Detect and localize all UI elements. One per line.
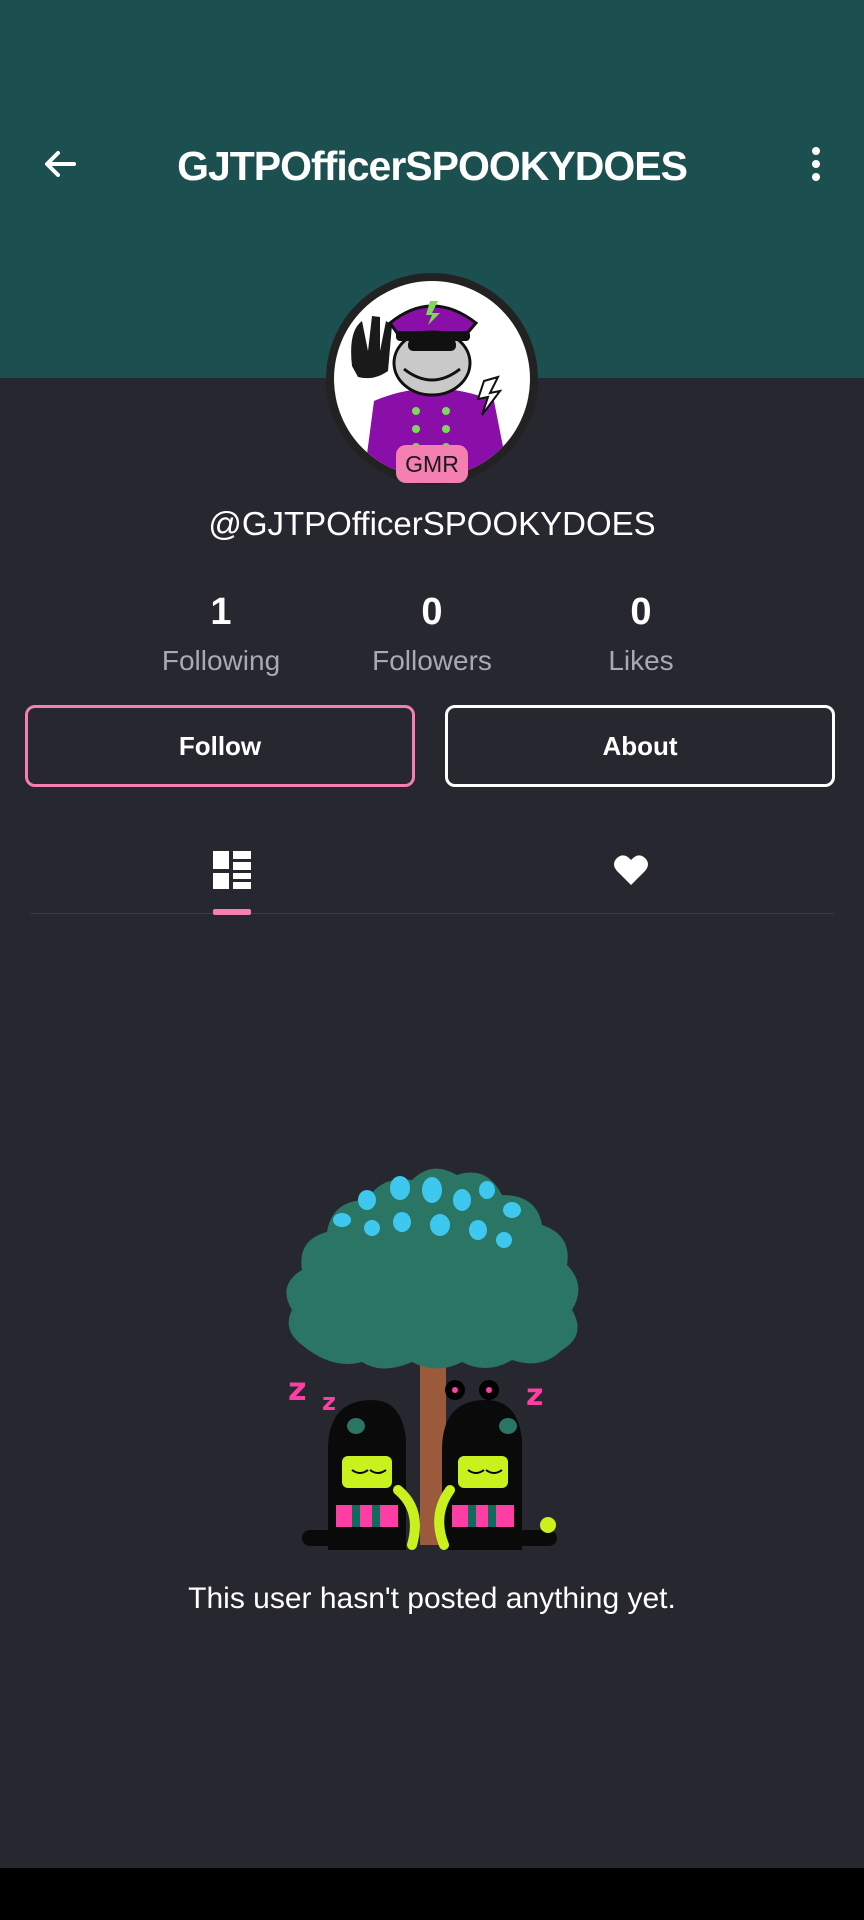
- empty-state-message: This user hasn't posted anything yet.: [188, 1582, 676, 1615]
- system-navigation-bar: [0, 1868, 864, 1920]
- svg-text:z: z: [288, 1370, 307, 1408]
- likes-count: 0: [630, 591, 652, 633]
- heart-icon: [614, 855, 648, 885]
- gmr-badge: GMR: [396, 445, 468, 483]
- follow-button[interactable]: Follow: [25, 705, 415, 787]
- more-vertical-icon: [812, 147, 820, 181]
- tab-likes[interactable]: [571, 830, 691, 910]
- svg-text:z: z: [526, 1378, 543, 1413]
- likes-label: Likes: [608, 645, 674, 676]
- active-tab-indicator: [213, 909, 251, 915]
- profile-username: @GJTPOfficerSPOOKYDOES: [208, 505, 656, 542]
- followers-label: Followers: [372, 645, 492, 676]
- stat-following[interactable]: 1 Following: [111, 585, 331, 683]
- following-label: Following: [161, 645, 281, 676]
- more-options-button[interactable]: [792, 140, 840, 188]
- stat-likes[interactable]: 0 Likes: [531, 585, 751, 683]
- tab-divider: [30, 913, 834, 914]
- back-button[interactable]: [36, 140, 84, 188]
- page-title: GJTPOfficerSPOOKYDOES: [177, 143, 688, 189]
- sleeping-under-tree-illustration: z z z: [272, 1160, 592, 1555]
- about-button[interactable]: About: [445, 705, 835, 787]
- followers-count: 0: [421, 591, 443, 633]
- arrow-left-icon: [45, 151, 76, 177]
- svg-text:z: z: [322, 1388, 336, 1416]
- following-count: 1: [210, 591, 232, 633]
- tab-posts[interactable]: [172, 830, 292, 910]
- stat-followers[interactable]: 0 Followers: [322, 585, 542, 683]
- grid-posts-icon: [213, 851, 251, 889]
